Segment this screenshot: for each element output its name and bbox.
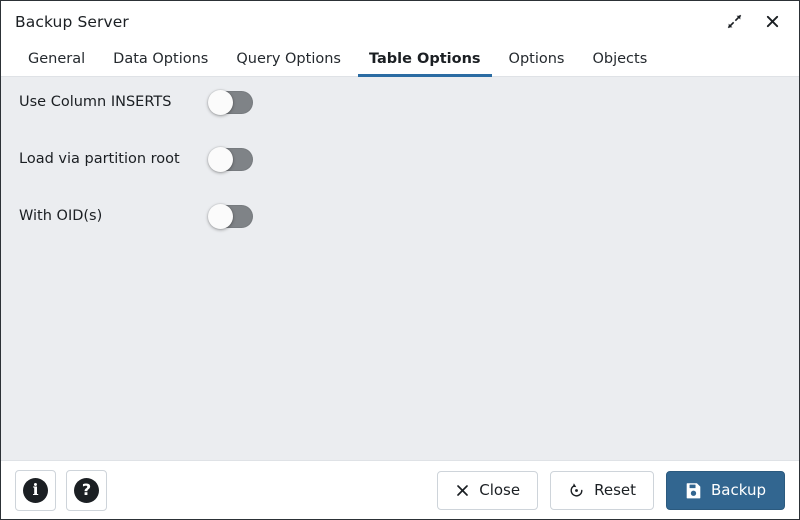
- window-title: Backup Server: [15, 12, 129, 31]
- field-with-oids: With OID(s): [1, 204, 799, 241]
- reset-circular-arrow-icon: [568, 482, 585, 499]
- tab-label: Query Options: [236, 51, 341, 67]
- table-options-panel: Use Column INSERTS Load via partition ro…: [1, 77, 799, 460]
- tab-label: General: [28, 51, 86, 67]
- tab-objects[interactable]: Objects: [578, 42, 661, 76]
- tab-label: Options: [508, 51, 565, 67]
- field-use-column-inserts: Use Column INSERTS: [1, 90, 799, 127]
- titlebar: Backup Server: [1, 1, 799, 42]
- dialog-footer: i ? Close Reset Backup: [1, 460, 799, 519]
- expand-diagonal-icon[interactable]: [723, 11, 745, 33]
- help-button[interactable]: ?: [66, 469, 107, 511]
- info-button[interactable]: i: [15, 469, 56, 511]
- tab-label: Data Options: [113, 51, 209, 67]
- tab-bar: General Data Options Query Options Table…: [1, 42, 799, 77]
- toggle-with-oids[interactable]: [208, 204, 253, 229]
- field-label: With OID(s): [19, 208, 103, 224]
- question-circle-icon: ?: [74, 477, 99, 503]
- footer-left-actions: i ?: [15, 469, 107, 511]
- tab-table-options[interactable]: Table Options: [355, 42, 495, 77]
- backup-button[interactable]: Backup: [666, 470, 785, 510]
- toggle-load-via-partition-root[interactable]: [208, 147, 253, 172]
- toggle-use-column-inserts[interactable]: [208, 90, 253, 115]
- toggle-knob: [208, 90, 233, 115]
- backup-server-dialog: Backup Server General Data Options Query…: [0, 0, 800, 520]
- field-label: Use Column INSERTS: [19, 94, 172, 110]
- close-button-label: Close: [479, 481, 521, 499]
- tab-query-options[interactable]: Query Options: [222, 42, 355, 76]
- tab-data-options[interactable]: Data Options: [99, 42, 222, 76]
- toggle-knob: [208, 147, 233, 172]
- save-floppy-icon: [685, 482, 702, 499]
- field-label: Load via partition root: [19, 151, 180, 167]
- reset-button-label: Reset: [594, 481, 637, 499]
- toggle-knob: [208, 204, 233, 229]
- tab-options[interactable]: Options: [495, 42, 579, 76]
- tab-general[interactable]: General: [14, 42, 99, 76]
- footer-right-actions: Close Reset Backup: [437, 470, 785, 510]
- close-button[interactable]: Close: [437, 470, 539, 510]
- close-x-icon: [455, 483, 470, 498]
- close-icon[interactable]: [761, 11, 783, 33]
- field-load-via-partition-root: Load via partition root: [1, 147, 799, 184]
- tab-label: Objects: [592, 51, 648, 67]
- titlebar-actions: [723, 11, 787, 33]
- reset-button[interactable]: Reset: [550, 470, 655, 510]
- tab-label: Table Options: [368, 51, 481, 67]
- info-circle-icon: i: [23, 477, 48, 503]
- backup-button-label: Backup: [711, 481, 766, 499]
